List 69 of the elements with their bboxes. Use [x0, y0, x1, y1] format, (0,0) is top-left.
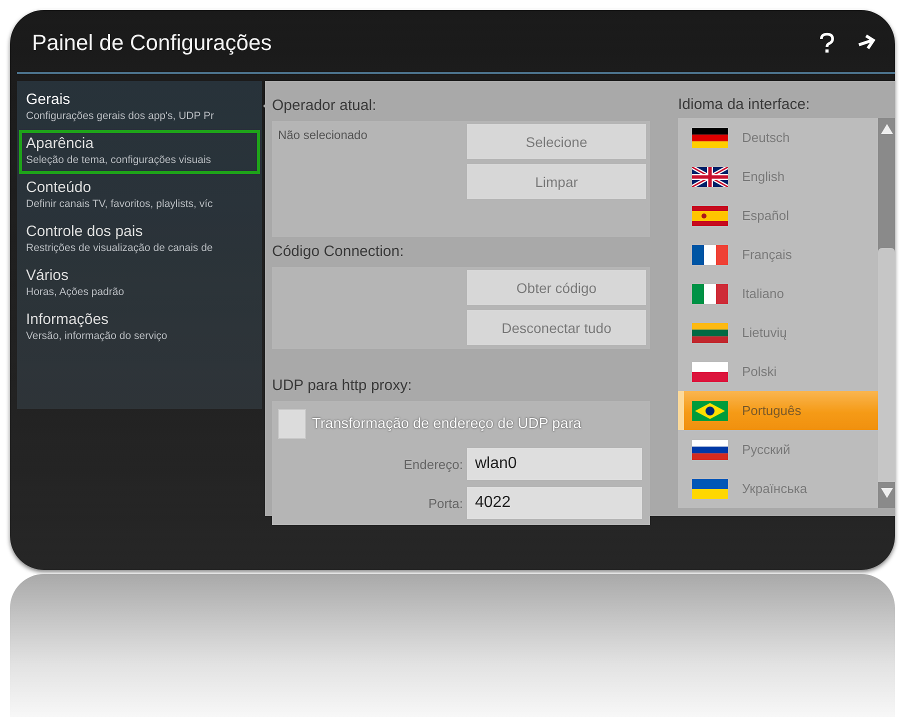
input-field[interactable]: 4022 — [467, 487, 642, 519]
language-item[interactable]: Deutsch — [678, 118, 878, 157]
language-name: Español — [742, 208, 789, 223]
action-button[interactable]: Obter código — [467, 270, 646, 305]
flag-icon — [692, 478, 728, 498]
item-title: Informações — [26, 311, 110, 328]
language-name: Українська — [742, 481, 808, 496]
language-item[interactable]: English — [678, 157, 878, 196]
scroll-up-icon[interactable] — [878, 122, 894, 136]
flag-icon — [692, 440, 728, 460]
item-description: Configurações gerais dos app's, UDP Pr — [26, 110, 215, 122]
language-name: Lietuvių — [742, 325, 787, 340]
checkbox[interactable] — [278, 409, 306, 439]
item-description: Versão, informação do serviço — [26, 330, 168, 342]
language-item[interactable]: Lietuvių — [678, 313, 878, 352]
input-field[interactable]: wlan0 — [467, 448, 642, 480]
language-item[interactable]: Русский — [678, 430, 878, 469]
language-item[interactable]: Français — [678, 235, 878, 274]
flag-icon — [692, 166, 728, 186]
arrow-right-icon[interactable] — [857, 34, 877, 52]
flag-icon — [692, 244, 728, 264]
sidebar-item[interactable]: Controle dos pais Restrições de visualização de canais de — [19, 218, 260, 262]
section-label: Operador atual: — [272, 97, 378, 116]
section-label: UDP para http proxy: — [272, 377, 413, 396]
item-description: Seleção de tema, configurações visuais — [26, 154, 212, 166]
field-label: Porta: — [428, 496, 463, 510]
sidebar-item[interactable]: Informações Versão, informação do serviço — [19, 306, 260, 350]
language-item[interactable]: Português — [678, 391, 878, 430]
item-description: Restrições de visualização de canais de — [26, 242, 214, 254]
action-button[interactable]: Limpar — [467, 164, 646, 199]
flag-icon — [692, 400, 728, 420]
language-name: English — [742, 169, 785, 184]
action-button[interactable]: Desconectar tudo — [467, 310, 646, 345]
operator-value: Não selecionado — [277, 127, 368, 144]
action-button[interactable]: Selecione — [467, 124, 646, 159]
sidebar-item[interactable]: Vários Horas, Ações padrão — [19, 262, 260, 306]
flag-icon — [692, 206, 728, 226]
flag-icon — [692, 128, 728, 148]
language-name: Русский — [742, 442, 790, 457]
section-label: Código Connection: — [272, 243, 405, 262]
language-name: Polski — [742, 364, 777, 379]
item-title: Gerais — [26, 91, 72, 108]
item-title: Controle dos pais — [26, 223, 144, 240]
language-item[interactable]: Español — [678, 196, 878, 235]
scroll-down-icon[interactable] — [878, 486, 894, 500]
item-description: Horas, Ações padrão — [26, 286, 126, 298]
field-label: Endereço: — [404, 456, 463, 472]
language-name: Deutsch — [742, 130, 790, 145]
language-name: Italiano — [742, 286, 784, 301]
checkbox-label: Transformação de endereço de UDP para — [312, 416, 582, 432]
flag-icon — [692, 284, 728, 304]
language-name: Português — [742, 403, 802, 418]
sidebar-item[interactable]: Aparência Seleção de tema, configurações visuais — [19, 130, 260, 174]
sidebar-item[interactable]: Conteúdo Definir canais TV, favoritos, playlists, víc — [19, 174, 260, 218]
flag-icon — [692, 362, 728, 382]
item-title: Vários — [26, 267, 70, 284]
scrollbar[interactable] — [878, 118, 895, 508]
item-description: Definir canais TV, favoritos, playlists, víc — [26, 198, 214, 210]
language-item[interactable]: Українська — [678, 469, 878, 508]
flag-icon — [692, 322, 728, 342]
item-title: Conteúdo — [26, 179, 92, 196]
window-title: Painel de Configurações — [32, 29, 272, 56]
language-item[interactable]: Italiano — [678, 274, 878, 313]
scroll-thumb[interactable] — [878, 248, 895, 482]
item-title: Aparência — [26, 135, 95, 152]
section-label: Idioma da interface: — [678, 96, 811, 115]
language-name: Français — [742, 247, 792, 262]
language-item[interactable]: Polski — [678, 352, 878, 391]
help-icon[interactable] — [819, 32, 835, 54]
